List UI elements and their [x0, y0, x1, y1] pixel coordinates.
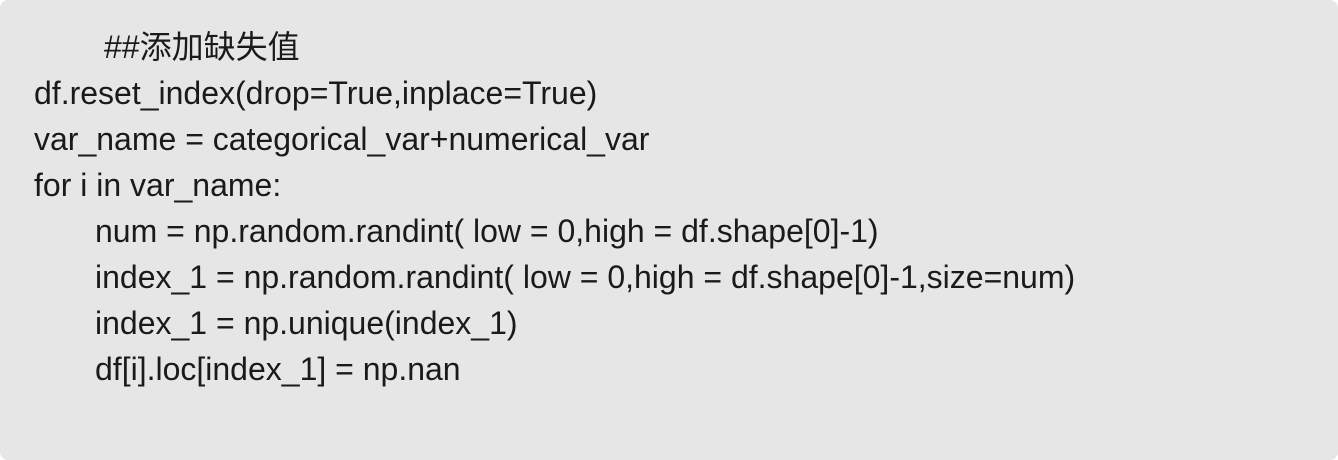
- code-line-index-random: index_1 = np.random.randint( low = 0,hig…: [95, 259, 1076, 295]
- code-block: ##添加缺失值 df.reset_index(drop=True,inplace…: [0, 0, 1338, 460]
- code-line-index-unique: index_1 = np.unique(index_1): [95, 305, 518, 341]
- code-comment-line: ##添加缺失值: [104, 29, 300, 65]
- code-line-assign-nan: df[i].loc[index_1] = np.nan: [95, 351, 461, 387]
- code-line-reset-index: df.reset_index(drop=True,inplace=True): [34, 75, 598, 111]
- code-line-for-loop: for i in var_name:: [34, 167, 282, 203]
- code-line-var-name: var_name = categorical_var+numerical_var: [34, 121, 650, 157]
- code-line-num: num = np.random.randint( low = 0,high = …: [95, 213, 879, 249]
